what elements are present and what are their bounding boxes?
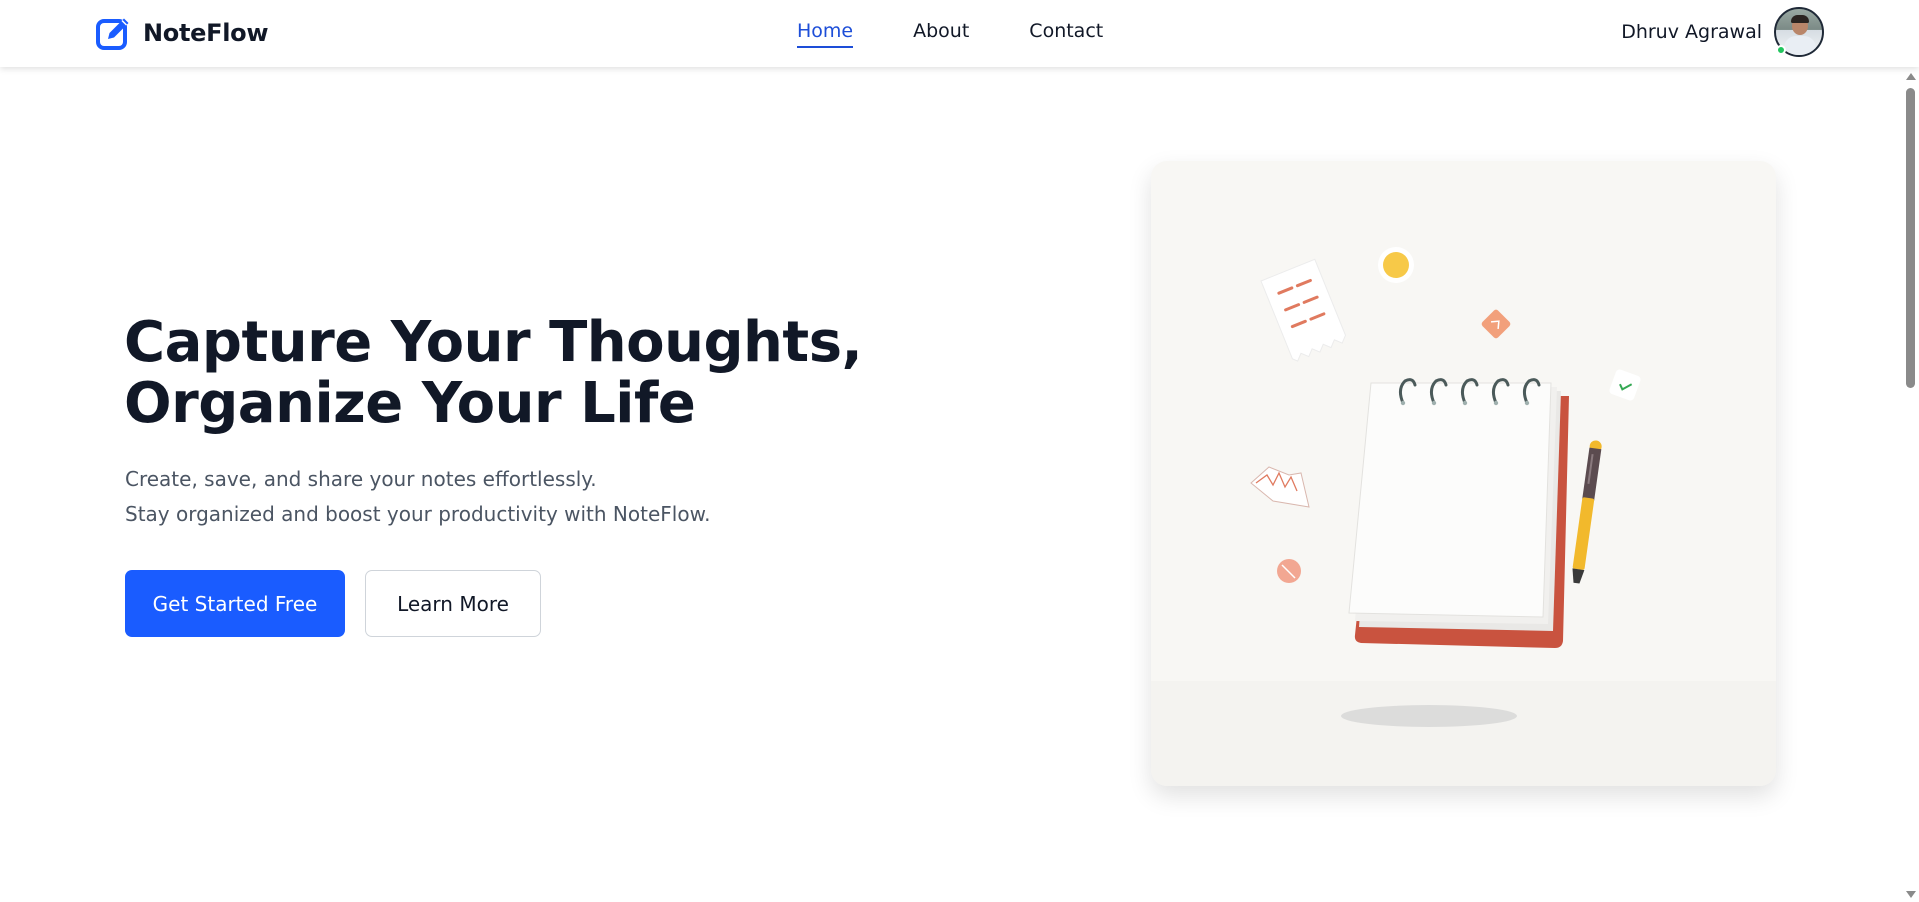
user-menu[interactable]: Dhruv Agrawal bbox=[1621, 7, 1824, 57]
hero-title: Capture Your Thoughts, Organize Your Lif… bbox=[124, 310, 863, 436]
hero-title-line-2: Organize Your Life bbox=[124, 371, 696, 436]
sun-icon bbox=[1383, 252, 1409, 278]
learn-more-button[interactable]: Learn More bbox=[365, 570, 541, 637]
page-scrollbar[interactable] bbox=[1902, 67, 1919, 902]
notebook-shadow bbox=[1341, 705, 1517, 727]
orange-diamond-shape bbox=[1481, 309, 1511, 339]
nav-link-about[interactable]: About bbox=[913, 20, 969, 48]
floating-note-paper bbox=[1260, 258, 1347, 362]
nav-link-contact[interactable]: Contact bbox=[1029, 20, 1103, 48]
hero-title-line-1: Capture Your Thoughts, bbox=[124, 310, 863, 375]
top-navbar: NoteFlow Home About Contact Dhruv Agrawa… bbox=[0, 0, 1919, 67]
notebook-illustration bbox=[1151, 247, 1776, 786]
torn-paper-sketch bbox=[1250, 466, 1310, 508]
pen-icon bbox=[1572, 440, 1602, 584]
spiral-notebook bbox=[1348, 378, 1569, 648]
scroll-up-arrow-icon[interactable] bbox=[1906, 73, 1916, 80]
hero-subtitle-line-1: Create, save, and share your notes effor… bbox=[125, 467, 597, 491]
hero-subtitle: Create, save, and share your notes effor… bbox=[125, 462, 710, 532]
brand-logo[interactable]: NoteFlow bbox=[95, 13, 269, 53]
main-nav: Home About Contact bbox=[797, 20, 1103, 48]
online-status-dot bbox=[1776, 45, 1786, 55]
scroll-down-arrow-icon[interactable] bbox=[1906, 891, 1916, 898]
avatar-body bbox=[1784, 36, 1816, 55]
nav-link-home[interactable]: Home bbox=[797, 20, 854, 48]
scrollbar-thumb[interactable] bbox=[1906, 88, 1915, 388]
hero-subtitle-line-2: Stay organized and boost your productivi… bbox=[125, 502, 711, 526]
brand-name: NoteFlow bbox=[143, 19, 269, 47]
hero-illustration-card bbox=[1151, 161, 1776, 786]
edit-note-icon bbox=[96, 18, 129, 50]
user-name: Dhruv Agrawal bbox=[1621, 21, 1762, 43]
check-card-icon bbox=[1609, 369, 1641, 401]
avatar-hair bbox=[1791, 15, 1809, 23]
get-started-button[interactable]: Get Started Free bbox=[125, 570, 345, 637]
